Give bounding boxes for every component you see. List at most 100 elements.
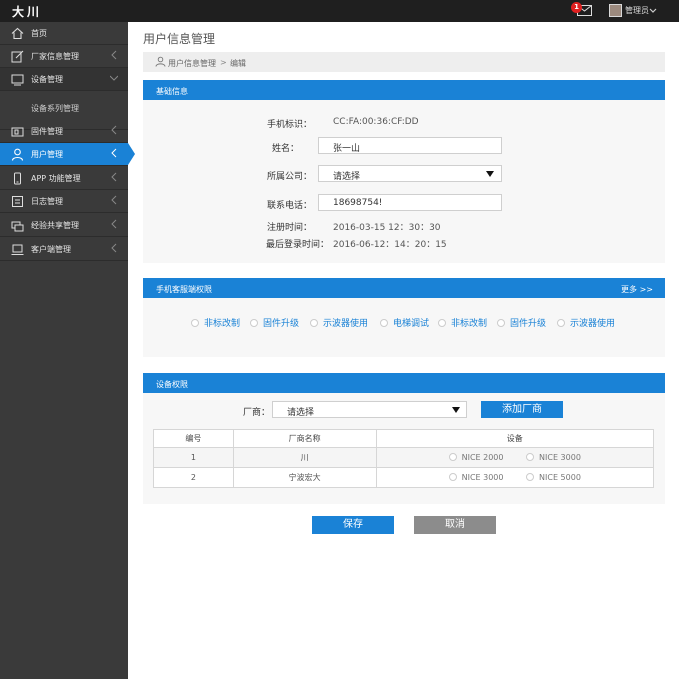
breadcrumb-current: 编辑 bbox=[230, 59, 246, 68]
top-bar: 大川 1 管理员 bbox=[0, 0, 679, 22]
sidebar-item-vendor[interactable]: 厂家信息管理 bbox=[0, 45, 128, 68]
sidebar-item-home[interactable]: 首页 bbox=[0, 22, 128, 45]
breadcrumb-separator: > bbox=[220, 58, 227, 67]
user-name[interactable]: 管理员 bbox=[625, 5, 649, 16]
mobile-permission-header: 手机客服端权限 更多 >> bbox=[143, 278, 665, 298]
row-vendor: 宁波宏大 bbox=[232, 467, 377, 488]
basic-info-header: 基础信息 bbox=[143, 80, 665, 100]
permission-label: 非标改制 bbox=[451, 319, 488, 329]
chevron-left-icon bbox=[111, 125, 117, 135]
reg-time-label: 注册时间： bbox=[266, 223, 312, 233]
row-devices: NICE 2000 NICE 3000 bbox=[375, 447, 655, 468]
client-icon bbox=[11, 244, 24, 255]
sidebar-item-users[interactable]: 用户管理 bbox=[0, 143, 135, 166]
permission-option[interactable]: 示波器使用 bbox=[310, 316, 369, 329]
row-number: 2 bbox=[153, 467, 234, 488]
sidebar-item-label: 厂家信息管理 bbox=[31, 52, 79, 61]
radio-icon[interactable] bbox=[448, 453, 457, 461]
radio-icon[interactable] bbox=[438, 319, 446, 327]
save-button[interactable]: 保存 bbox=[312, 516, 394, 534]
row-number: 1 bbox=[153, 447, 234, 468]
permission-label: 示波器使用 bbox=[570, 319, 616, 329]
radio-icon[interactable] bbox=[380, 319, 388, 327]
company-select-value: 请选择 bbox=[333, 172, 361, 182]
page-title: 用户信息管理 bbox=[143, 32, 216, 46]
panel-title: 基础信息 bbox=[156, 87, 188, 96]
caret-down-icon[interactable] bbox=[486, 171, 494, 177]
device-option[interactable]: NICE 2000 bbox=[448, 453, 504, 462]
cancel-button[interactable]: 取消 bbox=[414, 516, 496, 534]
device-label: NICE 2000 bbox=[461, 453, 504, 462]
more-link[interactable]: 更多 >> bbox=[621, 284, 653, 295]
active-indicator bbox=[128, 143, 135, 165]
chevron-left-icon bbox=[111, 243, 117, 253]
permission-label: 固件升级 bbox=[263, 319, 300, 329]
column-header: 编号 bbox=[153, 429, 234, 448]
device-option[interactable]: NICE 3000 bbox=[448, 473, 504, 482]
chevron-left-icon bbox=[111, 219, 117, 229]
panel-title: 手机客服端权限 bbox=[156, 285, 212, 294]
permission-label: 电梯调试 bbox=[393, 319, 430, 329]
share-icon bbox=[11, 221, 24, 232]
permission-label: 示波器使用 bbox=[323, 319, 369, 329]
firmware-icon bbox=[11, 127, 24, 137]
sidebar-item-label: 设备系列管理 bbox=[31, 104, 79, 113]
sidebar-item-client[interactable]: 客户端管理 bbox=[0, 238, 128, 261]
radio-icon[interactable] bbox=[310, 319, 318, 327]
radio-icon[interactable] bbox=[526, 473, 535, 481]
device-option[interactable]: NICE 3000 bbox=[526, 453, 581, 462]
table-row: 2 宁波宏大 NICE 3000 NICE 5000 bbox=[153, 467, 655, 488]
permission-option[interactable]: 固件升级 bbox=[497, 316, 547, 329]
chevron-down-icon bbox=[110, 75, 118, 81]
sidebar-item-device[interactable]: 设备管理 bbox=[0, 68, 128, 91]
permission-option[interactable]: 非标改制 bbox=[191, 316, 240, 329]
phone-label: 联系电话： bbox=[266, 201, 312, 211]
permission-option[interactable]: 电梯调试 bbox=[380, 316, 430, 329]
add-vendor-button[interactable]: 添加厂商 bbox=[481, 401, 563, 418]
sidebar-item-share[interactable]: 经验共享管理 bbox=[0, 214, 128, 237]
chevron-down-icon[interactable] bbox=[649, 7, 657, 15]
sidebar-item-label: 客户端管理 bbox=[31, 245, 71, 254]
panel-title: 设备权限 bbox=[156, 380, 188, 389]
sidebar: 首页 厂家信息管理 设备管理 设备系列管理 固件管理 用户管理 APP 功能管理… bbox=[0, 22, 135, 679]
sidebar-item-logs[interactable]: 日志管理 bbox=[0, 190, 128, 213]
radio-icon[interactable] bbox=[250, 319, 258, 327]
device-table: 编号 厂商名称 设备 1 川 NICE 2000 NICE 3000 2 宁波宏… bbox=[153, 429, 655, 488]
sidebar-item-label: 经验共享管理 bbox=[31, 221, 79, 230]
caret-down-icon[interactable] bbox=[452, 407, 460, 413]
device-icon bbox=[11, 74, 24, 86]
permission-option[interactable]: 非标改制 bbox=[438, 316, 488, 329]
breadcrumb-root[interactable]: 用户信息管理 bbox=[168, 58, 216, 69]
vendor-label: 厂商： bbox=[242, 408, 270, 418]
brand-logo: 大川 bbox=[12, 5, 43, 19]
radio-icon[interactable] bbox=[191, 319, 199, 327]
device-option[interactable]: NICE 5000 bbox=[526, 473, 581, 482]
sidebar-item-firmware[interactable]: 固件管理 bbox=[0, 120, 128, 143]
radio-icon[interactable] bbox=[526, 453, 535, 461]
avatar[interactable] bbox=[609, 4, 622, 17]
user-icon bbox=[155, 56, 166, 67]
user-icon bbox=[11, 148, 24, 161]
sidebar-item-label: APP 功能管理 bbox=[31, 174, 81, 183]
phone-id-value: CC:FA:00:36:CF:DD bbox=[333, 117, 419, 127]
radio-icon[interactable] bbox=[557, 319, 565, 327]
radio-icon[interactable] bbox=[448, 473, 457, 481]
permission-label: 固件升级 bbox=[510, 319, 547, 329]
permission-option[interactable]: 固件升级 bbox=[250, 316, 300, 329]
name-field[interactable]: 张一山 bbox=[318, 137, 502, 154]
sidebar-item-app[interactable]: APP 功能管理 bbox=[0, 167, 128, 190]
company-select[interactable]: 请选择 bbox=[318, 165, 502, 182]
permission-option[interactable]: 示波器使用 bbox=[557, 316, 616, 329]
vendor-select[interactable]: 请选择 bbox=[272, 401, 467, 418]
last-login-value: 2016-06-12：14：20：15 bbox=[333, 240, 447, 250]
sidebar-item-label: 日志管理 bbox=[31, 197, 63, 206]
chevron-left-icon bbox=[111, 195, 117, 205]
phone-field[interactable]: 18698754! bbox=[318, 194, 502, 211]
device-label: NICE 3000 bbox=[461, 473, 504, 482]
edit-icon bbox=[11, 50, 24, 63]
device-permission-header: 设备权限 bbox=[143, 373, 665, 393]
phone-icon bbox=[14, 172, 21, 185]
company-label: 所属公司： bbox=[266, 172, 312, 182]
radio-icon[interactable] bbox=[497, 319, 505, 327]
sidebar-item-label: 首页 bbox=[31, 29, 47, 38]
